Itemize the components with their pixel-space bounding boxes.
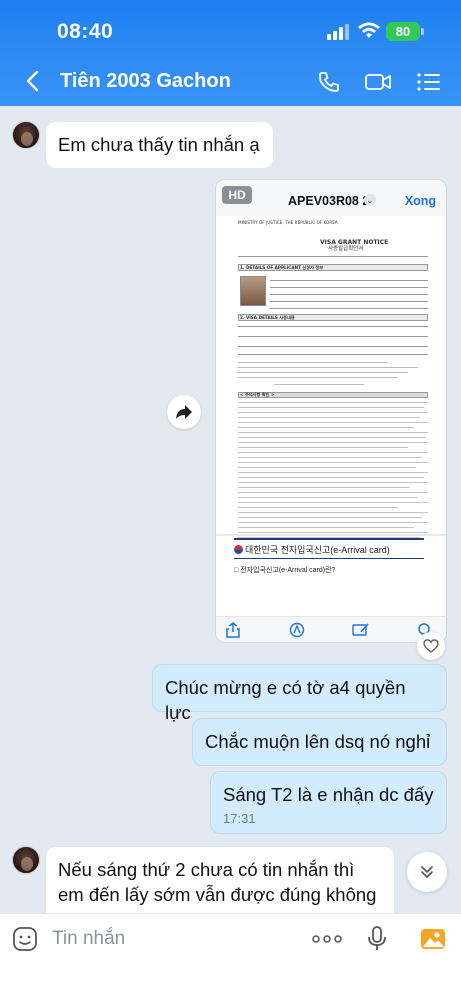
phone-icon (319, 72, 339, 92)
applicant-photo (240, 276, 266, 306)
wifi-icon (357, 21, 381, 46)
doc-heading: VISA GRANT NOTICE (320, 239, 389, 246)
double-chevron-down-icon (421, 866, 433, 878)
heart-icon (423, 639, 439, 653)
visa-notice-page: MINISTRY OF JUSTICE, THE REPUBLIC OF KOR… (234, 216, 432, 562)
message-bubble-incoming[interactable]: Em chưa thấy tin nhắn ạ (46, 122, 273, 168)
chat-header: 08:40 80 Tiên 2003 Gachon (0, 0, 461, 106)
contact-avatar[interactable] (12, 846, 40, 874)
back-arrow-icon (26, 70, 39, 92)
signal-icon (326, 23, 350, 46)
doc-viewer-toolbar: HD APEV03R08 2 ⌄ Xong (216, 180, 446, 216)
doc-ministry: MINISTRY OF JUSTICE, THE REPUBLIC OF KOR… (238, 220, 338, 225)
nav-bar: Tiên 2003 Gachon (0, 62, 461, 102)
more-options-button[interactable] (310, 924, 344, 954)
more-dots-icon (312, 935, 342, 943)
phone-call-button[interactable] (314, 68, 344, 96)
back-button[interactable] (20, 68, 44, 94)
korea-emblem-icon (234, 544, 243, 554)
doc-title: APEV03R08 2 (288, 194, 370, 208)
battery-cap (421, 28, 424, 35)
message-bubble-outgoing[interactable]: Chắc muộn lên dsq nó nghỉ (192, 718, 447, 766)
message-input-bar: Tin nhắn (0, 913, 461, 1000)
gallery-button[interactable] (418, 924, 448, 954)
emoji-sticker-icon (13, 927, 37, 951)
chevron-down-icon: ⌄ (364, 194, 376, 206)
e-arrival-title: 대한민국 전자입국신고(e-Arrival card) (234, 544, 390, 555)
message-bubble-outgoing[interactable]: Chúc mừng e có tờ a4 quyền lực (152, 664, 447, 723)
message-text: Sáng T2 là e nhận dc đấy (223, 784, 434, 805)
status-time: 08:40 (57, 20, 114, 43)
doc-viewer-bottom-toolbar (216, 616, 446, 642)
hd-badge: HD (222, 186, 252, 204)
sign-icon (352, 621, 370, 639)
doc-section-2: 2. VISA DETAILS 사증내용 (240, 315, 295, 320)
document-image-attachment[interactable]: HD APEV03R08 2 ⌄ Xong MINISTRY OF JUSTIC… (215, 179, 447, 643)
e-arrival-question: □ 전자입국신고(e-Arrival card)란? (234, 567, 336, 574)
message-text: Em chưa thấy tin nhắn ạ (58, 134, 260, 155)
doc-heading-kr: 사증발급확인서 (328, 246, 364, 252)
share-icon (224, 621, 242, 639)
sticker-button[interactable] (10, 924, 40, 954)
message-input[interactable]: Tin nhắn (52, 928, 125, 950)
react-button[interactable] (417, 632, 445, 660)
menu-button[interactable] (414, 68, 444, 96)
doc-notice-title: < 주의사항 확인 > (240, 392, 275, 397)
microphone-icon (368, 926, 386, 950)
share-arrow-icon (176, 405, 192, 419)
status-bar: 08:40 80 (0, 18, 461, 46)
message-text: Chúc mừng e có tờ a4 quyền lực (165, 677, 406, 723)
battery-indicator: 80 (386, 22, 420, 41)
chat-title[interactable]: Tiên 2003 Gachon (60, 70, 231, 93)
scroll-to-bottom-button[interactable] (407, 852, 447, 892)
video-camera-icon (365, 74, 391, 90)
video-call-button[interactable] (363, 68, 393, 96)
voice-record-button[interactable] (362, 924, 392, 954)
doc-section-1: 1. DETAILS OF APPLICANT 신청자 정보 (240, 265, 324, 270)
message-timestamp: 17:31 (223, 811, 256, 826)
markup-icon (288, 621, 306, 639)
done-button: Xong (404, 194, 436, 208)
page-separator (216, 534, 446, 536)
message-bubble-outgoing[interactable]: Sáng T2 là e nhận dc đấy 17:31 (210, 771, 447, 834)
list-menu-icon (417, 73, 440, 91)
contact-avatar[interactable] (12, 121, 40, 149)
forward-button[interactable] (167, 395, 201, 429)
photo-gallery-icon (421, 929, 445, 949)
e-arrival-page: 대한민국 전자입국신고(e-Arrival card) □ 전자입국신고(e-A… (234, 538, 432, 618)
message-text: Chắc muộn lên dsq nó nghỉ (205, 731, 431, 752)
